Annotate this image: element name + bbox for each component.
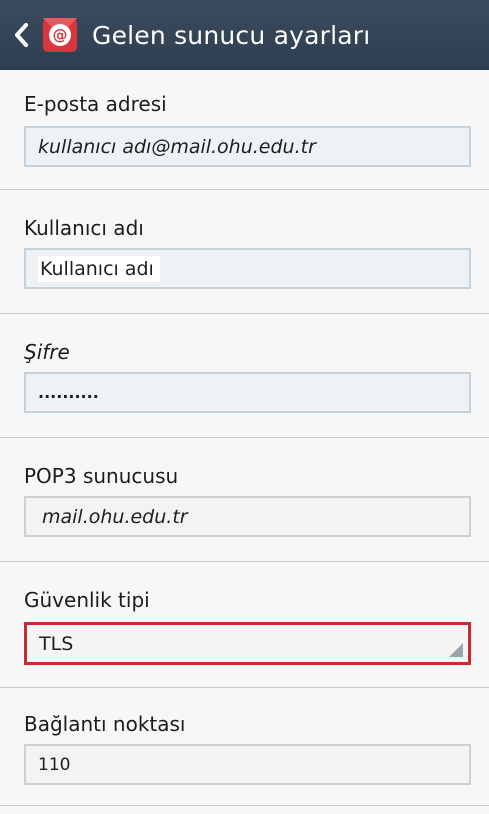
password-value: .......... (38, 383, 99, 402)
dropdown-corner-icon (449, 643, 463, 657)
pop3-server-field[interactable]: mail.ohu.edu.tr (24, 496, 471, 537)
email-label: E-posta adresi (24, 92, 167, 116)
password-field[interactable]: .......... (24, 372, 471, 413)
username-section: Kullanıcı adı Kullanıcı adı (0, 190, 489, 314)
port-field[interactable]: 110 (24, 744, 471, 785)
security-value: TLS (39, 632, 74, 655)
username-field[interactable]: Kullanıcı adı (24, 248, 471, 289)
security-type-dropdown[interactable]: TLS (24, 622, 471, 665)
incoming-server-settings-screen: @ Gelen sunucu ayarları E-posta adresi k… (0, 0, 489, 814)
email-section: E-posta adresi kullanıcı adı@mail.ohu.ed… (0, 70, 489, 190)
back-button[interactable] (4, 0, 38, 70)
email-field[interactable]: kullanıcı adı@mail.ohu.edu.tr (24, 126, 471, 167)
chevron-left-icon (15, 23, 28, 47)
pop3-value: mail.ohu.edu.tr (42, 505, 188, 528)
security-label: Güvenlik tipi (24, 588, 150, 612)
password-label: Şifre (24, 340, 70, 364)
email-value: kullanıcı adı@mail.ohu.edu.tr (38, 135, 316, 158)
port-section: Bağlantı noktası 110 (0, 688, 489, 806)
pop3-section: POP3 sunucusu mail.ohu.edu.tr (0, 438, 489, 562)
username-value: Kullanıcı adı (38, 255, 160, 282)
security-section: Güvenlik tipi TLS (0, 562, 489, 688)
page-title: Gelen sunucu ayarları (92, 20, 371, 50)
port-value: 110 (38, 754, 71, 775)
svg-text:@: @ (53, 26, 68, 44)
action-bar: @ Gelen sunucu ayarları (0, 0, 489, 70)
email-at-icon: @ (42, 17, 78, 53)
username-label: Kullanıcı adı (24, 216, 144, 240)
password-section: Şifre .......... (0, 314, 489, 438)
port-label: Bağlantı noktası (24, 712, 186, 736)
pop3-label: POP3 sunucusu (24, 464, 179, 488)
